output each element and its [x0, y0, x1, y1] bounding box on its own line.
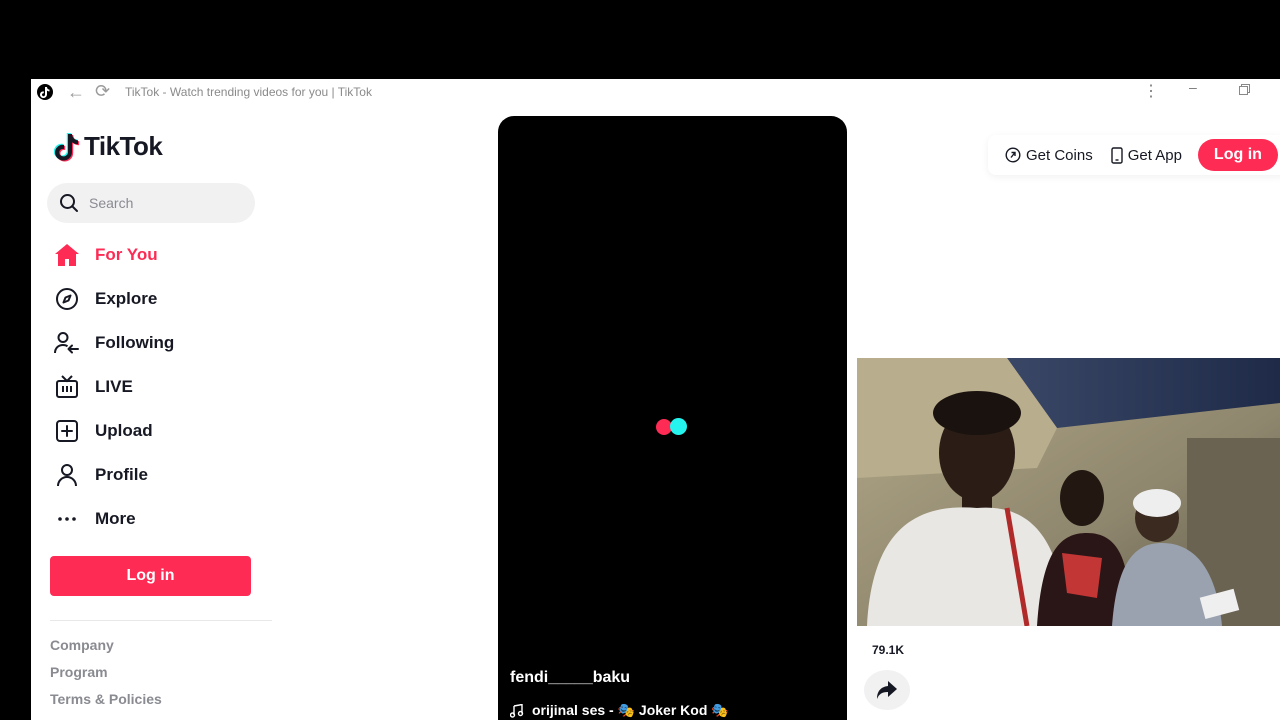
main-nav: For You Explore Following LIVE Upload Pr… — [53, 233, 174, 541]
screen-top-border — [0, 0, 1280, 79]
footer-link-company[interactable]: Company — [50, 637, 162, 664]
phone-icon — [1111, 146, 1123, 164]
get-coins-button[interactable]: Get Coins — [1005, 147, 1093, 164]
get-coins-label: Get Coins — [1026, 146, 1093, 164]
get-app-button[interactable]: Get App — [1111, 147, 1182, 164]
header-login-button[interactable]: Log in — [1197, 139, 1278, 171]
share-button[interactable] — [864, 670, 910, 710]
tiktok-logo[interactable]: TikTok — [54, 131, 163, 162]
nav-label: Explore — [95, 289, 158, 308]
home-icon — [53, 241, 81, 269]
search-input[interactable] — [89, 195, 239, 211]
title-bar: ← ⟳ TikTok - Watch trending videos for y… — [31, 79, 1280, 105]
nav-label: LIVE — [95, 377, 133, 396]
video-music[interactable]: orijinal ses - 🎭 Joker Kod 🎭 — [510, 702, 729, 719]
minimize-icon[interactable]: – — [1189, 79, 1197, 95]
video-username[interactable]: fendi_____baku — [510, 669, 630, 687]
sidebar-footer: Company Program Terms & Policies — [50, 637, 162, 718]
nav-label: For You — [95, 245, 158, 264]
header-actions: Get Coins Get App Log in — [988, 135, 1280, 175]
compass-icon — [53, 285, 81, 313]
preview-image — [857, 358, 1280, 626]
kebab-menu-icon[interactable]: ⋮ — [1143, 81, 1159, 101]
logo-wordmark: TikTok — [84, 131, 163, 161]
sidebar-divider — [50, 620, 272, 621]
nav-item-explore[interactable]: Explore — [53, 277, 174, 321]
nav-label: Upload — [95, 421, 153, 440]
loader-cyan-dot — [670, 418, 687, 435]
music-note-icon — [510, 703, 524, 718]
screen-left-border — [0, 79, 31, 720]
nav-label: More — [95, 509, 136, 528]
nav-item-more[interactable]: More — [53, 497, 174, 541]
share-arrow-icon — [877, 681, 897, 699]
nav-label: Profile — [95, 465, 148, 484]
video-player[interactable]: fendi_____baku orijinal ses - 🎭 Joker Ko… — [498, 116, 847, 720]
nav-label: Following — [95, 333, 175, 352]
more-dots-icon — [53, 505, 81, 533]
live-tv-icon — [53, 373, 81, 401]
restore-window-icon[interactable] — [1239, 84, 1250, 95]
nav-item-live[interactable]: LIVE — [53, 365, 174, 409]
loading-spinner — [656, 418, 690, 436]
footer-link-program[interactable]: Program — [50, 664, 162, 691]
nav-item-for-you[interactable]: For You — [53, 233, 174, 277]
footer-link-terms[interactable]: Terms & Policies — [50, 691, 162, 718]
back-arrow-icon[interactable]: ← — [67, 82, 85, 103]
music-title: orijinal ses - 🎭 Joker Kod 🎭 — [532, 702, 729, 718]
tiktok-note-icon — [54, 132, 80, 161]
coin-icon — [1005, 147, 1021, 163]
nav-item-following[interactable]: Following — [53, 321, 174, 365]
action-count: 79.1K — [872, 643, 905, 657]
search-bar[interactable] — [47, 183, 255, 223]
upload-icon — [53, 417, 81, 445]
window-title: TikTok - Watch trending videos for you |… — [125, 85, 372, 99]
profile-icon — [53, 461, 81, 489]
nav-item-upload[interactable]: Upload — [53, 409, 174, 453]
reload-icon[interactable]: ⟳ — [95, 81, 110, 102]
nav-item-profile[interactable]: Profile — [53, 453, 174, 497]
get-app-label: Get App — [1127, 146, 1182, 164]
sidebar-login-button[interactable]: Log in — [50, 556, 251, 596]
following-icon — [53, 329, 81, 357]
search-icon — [60, 194, 78, 212]
browser-window: ← ⟳ TikTok - Watch trending videos for y… — [31, 79, 1280, 720]
next-video-preview[interactable] — [857, 358, 1280, 626]
tiktok-app-icon — [37, 84, 53, 100]
